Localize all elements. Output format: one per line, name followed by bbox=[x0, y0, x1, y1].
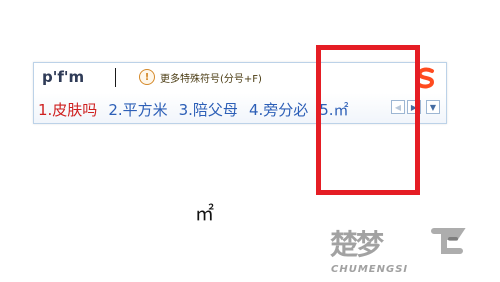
watermark-english: CHUMENGSI bbox=[331, 264, 409, 275]
red-highlight-box bbox=[316, 45, 420, 195]
text-caret bbox=[115, 68, 116, 87]
inserted-symbol: ㎡ bbox=[195, 203, 215, 225]
chevron-down-icon[interactable]: ▼ bbox=[426, 100, 440, 114]
candidate-4[interactable]: 4.旁分必 bbox=[249, 99, 308, 120]
info-icon: ! bbox=[139, 69, 155, 85]
candidate-3[interactable]: 3.陪父母 bbox=[179, 99, 238, 120]
candidate-1[interactable]: 1.皮肤吗 bbox=[38, 99, 97, 120]
watermark-chinese: 楚梦 bbox=[330, 228, 384, 261]
special-symbols-hint[interactable]: ! 更多特殊符号(分号+F) bbox=[139, 69, 262, 85]
candidate-2[interactable]: 2.平方米 bbox=[108, 99, 167, 120]
hint-label: 更多特殊符号(分号+F) bbox=[160, 73, 262, 85]
watermark-logo-icon bbox=[431, 228, 466, 254]
watermark: 楚梦 CHUMENGSI bbox=[322, 221, 492, 281]
candidate-list: 1.皮肤吗 2.平方米 3.陪父母 4.旁分必 5.㎡ bbox=[38, 99, 349, 120]
composition-text: p'f'm bbox=[42, 68, 85, 86]
